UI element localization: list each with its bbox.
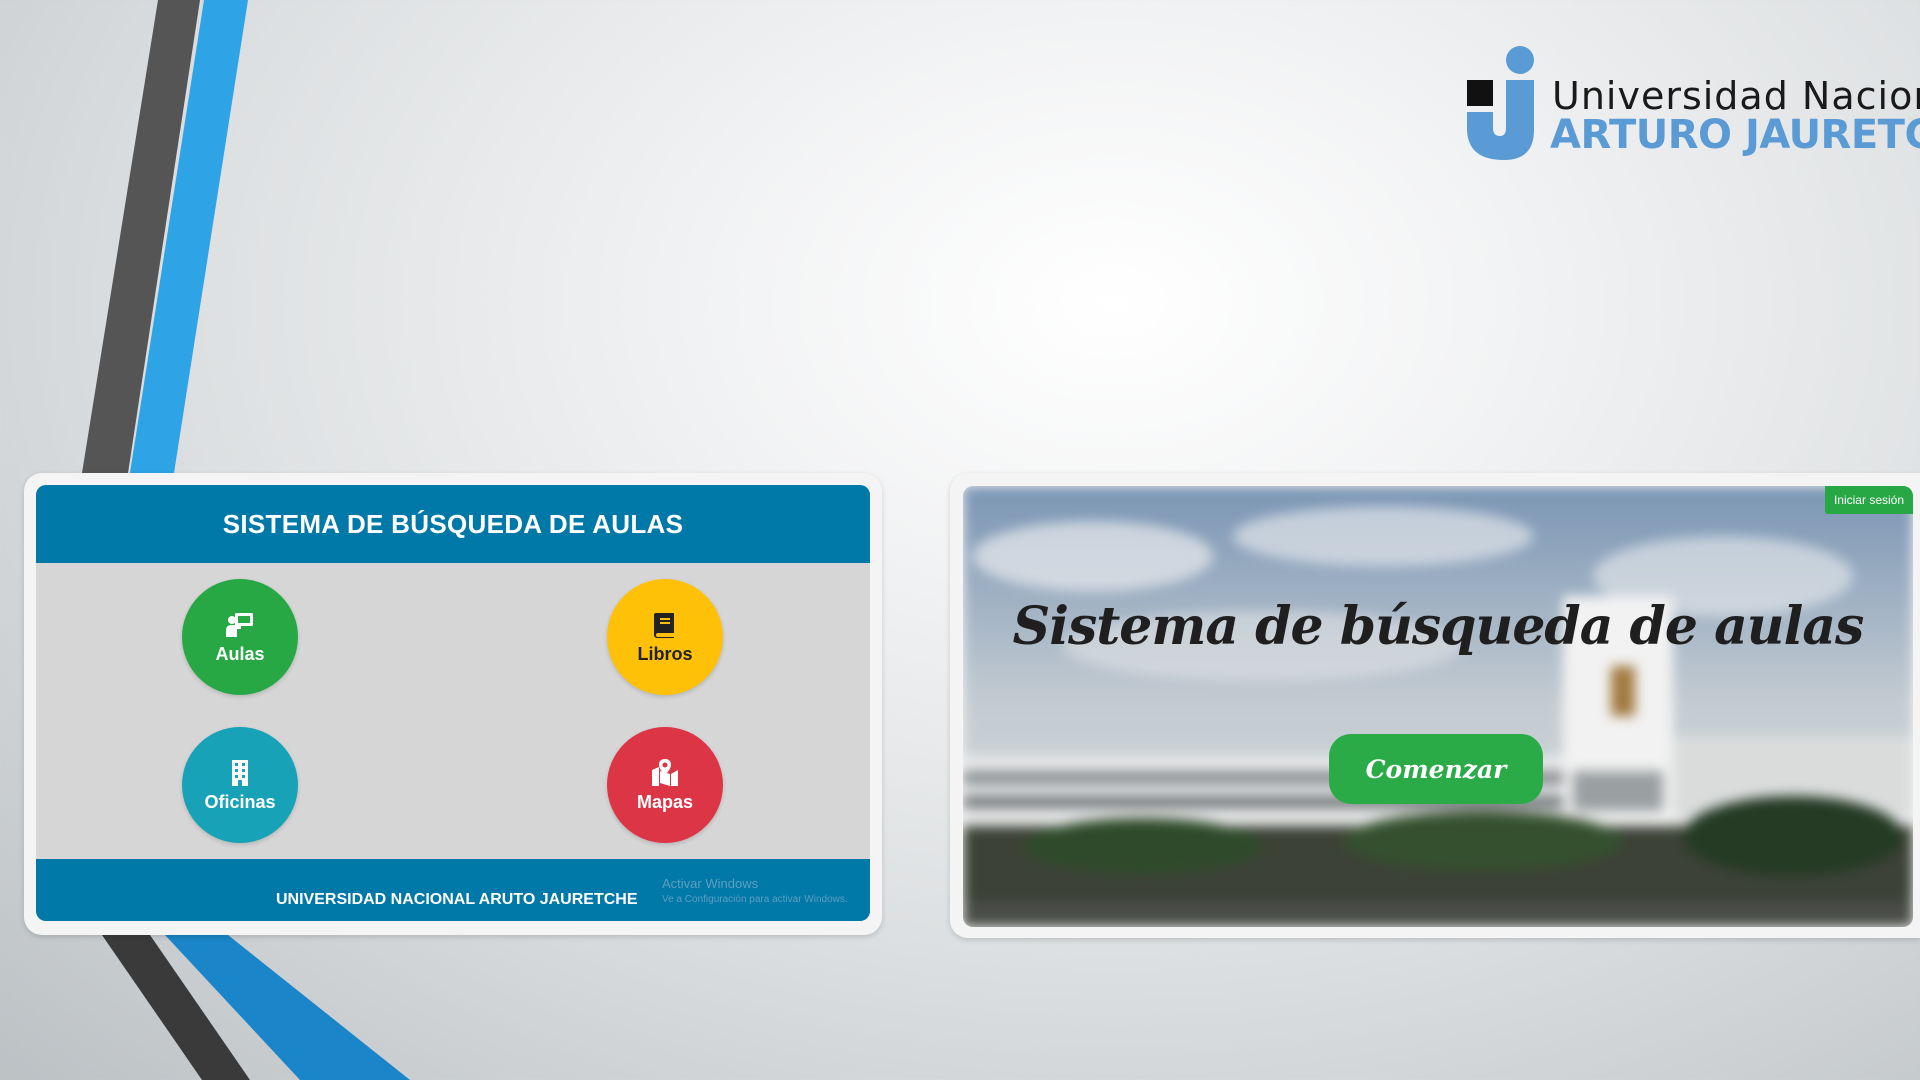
app-header-title: SISTEMA DE BÚSQUEDA DE AULAS bbox=[222, 508, 684, 539]
hero-section: Iniciar sesión Sistema de búsqueda de au… bbox=[963, 486, 1913, 927]
login-button[interactable]: Iniciar sesión bbox=[1824, 486, 1913, 514]
footer-text: UNIVERSIDAD NACIONAL ARUTO JAURETCHE bbox=[276, 891, 638, 908]
aulas-button[interactable]: Aulas bbox=[182, 579, 298, 695]
oficinas-label: Oficinas bbox=[204, 791, 276, 812]
left-screenshot-card: SISTEMA DE BÚSQUEDA DE AULAS Aulas Libro… bbox=[24, 473, 882, 935]
map-marked-icon bbox=[652, 758, 678, 786]
app-header: SISTEMA DE BÚSQUEDA DE AULAS bbox=[36, 485, 870, 563]
libros-button[interactable]: Libros bbox=[607, 579, 723, 695]
libros-label: Libros bbox=[637, 643, 693, 664]
classroom-search-app: SISTEMA DE BÚSQUEDA DE AULAS Aulas Libro… bbox=[36, 485, 870, 921]
oficinas-button[interactable]: Oficinas bbox=[182, 727, 298, 843]
hero-title: Sistema de búsqueda de aulas bbox=[1012, 596, 1865, 657]
chalkboard-teacher-icon bbox=[226, 612, 253, 637]
activate-windows-subtext: Ve a Configuración para activar Windows. bbox=[662, 894, 848, 905]
mapas-button[interactable]: Mapas bbox=[607, 727, 723, 843]
right-screenshot-card: Iniciar sesión Sistema de búsqueda de au… bbox=[950, 473, 1920, 938]
book-icon bbox=[654, 612, 674, 638]
aulas-label: Aulas bbox=[215, 643, 265, 664]
building-icon bbox=[232, 759, 248, 786]
activate-windows-watermark: Activar Windows bbox=[662, 876, 759, 891]
mapas-label: Mapas bbox=[636, 791, 694, 812]
app-footer: UNIVERSIDAD NACIONAL ARUTO JAURETCHE Act… bbox=[36, 859, 870, 921]
start-button[interactable]: Comenzar bbox=[1329, 734, 1543, 804]
logo-mark-icon bbox=[1467, 46, 1534, 160]
university-logo: Universidad Nacional ARTURO JAURETCHE bbox=[1462, 44, 1920, 164]
campus-background-image bbox=[963, 486, 1913, 927]
logo-line-2: ARTURO JAURETCHE bbox=[1550, 112, 1920, 158]
